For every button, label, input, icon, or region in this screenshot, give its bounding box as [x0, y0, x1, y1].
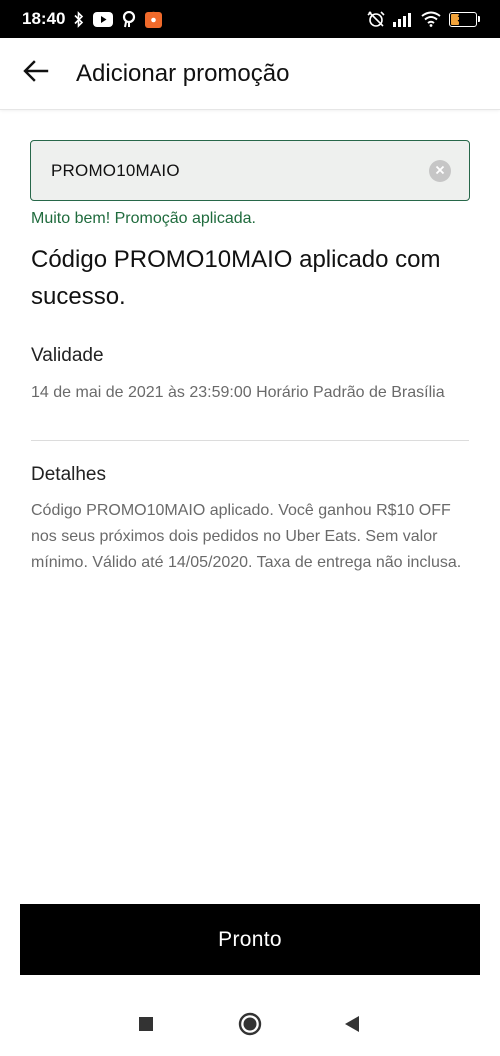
done-button[interactable]: Pronto	[20, 904, 480, 975]
back-button[interactable]	[12, 50, 60, 98]
system-nav-bar	[0, 995, 500, 1056]
promo-code-input[interactable]: PROMO10MAIO	[30, 140, 470, 201]
nav-back-button[interactable]	[337, 1011, 367, 1041]
signal-icon	[393, 12, 413, 27]
details-title: Detalhes	[31, 464, 106, 485]
battery-cap	[478, 16, 480, 22]
triangle-back-icon	[344, 1015, 360, 1038]
battery-body: 39	[449, 11, 477, 27]
success-message: Muito bem! Promoção aplicada.	[31, 210, 256, 227]
recents-button[interactable]	[131, 1011, 161, 1041]
clear-circle-icon	[435, 162, 445, 180]
details-text: Código PROMO10MAIO aplicado. Você ganhou…	[31, 502, 462, 571]
validity-text: 14 de mai de 2021 às 23:59:00 Horário Pa…	[31, 384, 445, 401]
section-divider	[31, 440, 469, 441]
promo-code-value[interactable]: PROMO10MAIO	[51, 161, 429, 181]
alarm-off-icon	[367, 10, 385, 28]
validity-title: Validade	[31, 345, 104, 366]
app-notification-icon	[121, 10, 137, 28]
circle-home-icon	[238, 1012, 262, 1041]
square-recents-icon	[138, 1016, 154, 1037]
page-title: Adicionar promoção	[76, 59, 290, 87]
clear-input-button[interactable]	[429, 159, 451, 182]
battery-percent: 39	[457, 13, 469, 25]
youtube-icon	[93, 11, 114, 27]
wifi-icon	[421, 11, 441, 27]
status-bar-right: 39	[367, 10, 480, 28]
status-bar: 18:40 39	[0, 0, 500, 38]
arrow-left-icon	[23, 60, 49, 87]
status-time: 18:40	[22, 9, 66, 28]
status-bar-left: 18:40	[22, 9, 163, 29]
shopee-icon	[145, 10, 163, 28]
app-header: Adicionar promoção	[0, 38, 500, 110]
home-button[interactable]	[235, 1011, 265, 1041]
bluetooth-icon	[73, 10, 85, 28]
applied-headline: Código PROMO10MAIO aplicado com sucesso.	[31, 246, 441, 310]
battery-icon: 39	[449, 11, 480, 27]
